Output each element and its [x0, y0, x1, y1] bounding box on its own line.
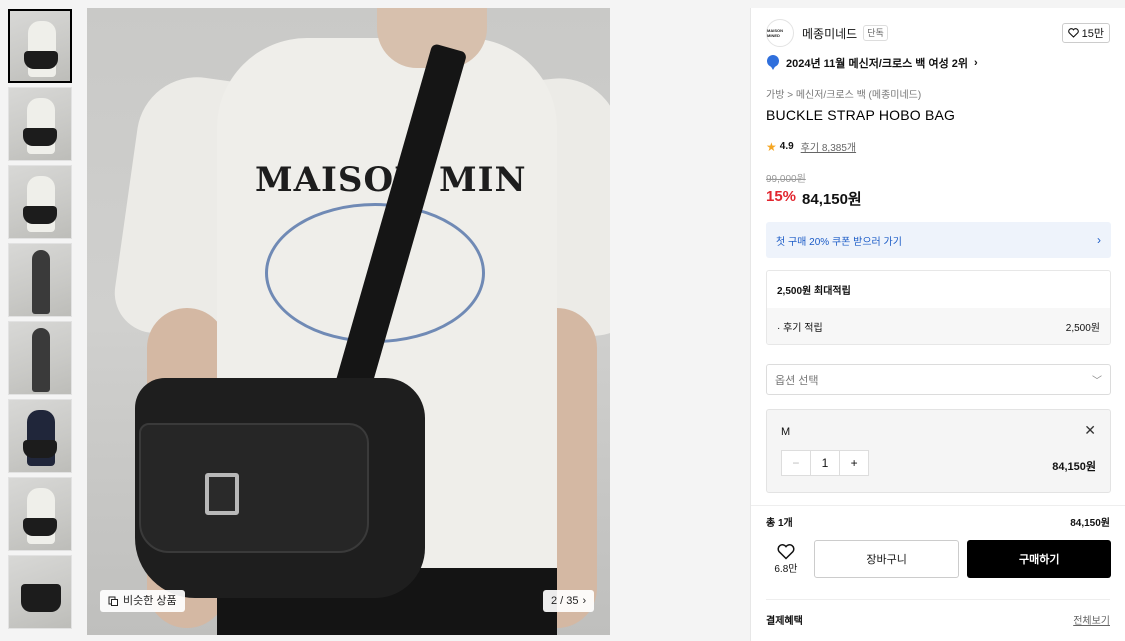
chevron-right-icon: ›: [1097, 233, 1101, 247]
payment-benefits-label: 결제혜택: [766, 616, 803, 627]
discount-rate: 15%: [766, 188, 797, 205]
product-page: MAISON MIN 비슷한 상품 2 / 35 › MAISON MINED …: [0, 0, 1125, 641]
thumbnail[interactable]: [8, 477, 72, 551]
medal-icon: [766, 55, 780, 71]
exclusive-badge: 단독: [863, 25, 888, 41]
points-title: 2,500원 최대적립: [777, 286, 851, 297]
total-price: 84,150원: [1070, 518, 1110, 529]
add-to-cart-button[interactable]: 장바구니: [813, 540, 960, 578]
image-pager[interactable]: 2 / 35 ›: [543, 590, 595, 612]
wishlist-button[interactable]: 6.8만: [766, 543, 806, 575]
thumbnail[interactable]: [8, 243, 72, 317]
thumbnail[interactable]: [8, 399, 72, 473]
similar-products-button[interactable]: 비슷한 상품: [100, 590, 185, 612]
points-box: 2,500원 최대적립 · 후기 적립 2,500원: [766, 270, 1111, 345]
divider: [766, 599, 1110, 600]
chevron-down-icon: ﹀: [1092, 376, 1102, 387]
like-button[interactable]: 15만: [1061, 23, 1110, 43]
breadcrumb-item[interactable]: 메신저/크로스 백 (메종미네드): [796, 90, 921, 101]
heart-icon: [1067, 28, 1079, 38]
copy-icon: [108, 596, 118, 606]
increase-button[interactable]: +: [839, 451, 868, 475]
buy-now-button[interactable]: 구매하기: [967, 540, 1111, 578]
star-icon: ★: [766, 139, 777, 154]
total-row: 총 1개 84,150원: [766, 514, 1110, 529]
rating-row: ★ 4.9 후기 8,385개: [766, 139, 856, 155]
brand-logo[interactable]: MAISON MINED: [766, 19, 794, 47]
sale-price: 84,150원: [802, 191, 862, 208]
thumbnail[interactable]: [8, 87, 72, 161]
coupon-banner[interactable]: 첫 구매 20% 쿠폰 받으러 가기 ›: [766, 222, 1111, 258]
selected-size: M: [781, 426, 791, 438]
product-title: BUCKLE STRAP HOBO BAG: [766, 107, 956, 123]
thumbnail[interactable]: [8, 165, 72, 239]
breadcrumb-item[interactable]: 가방: [766, 90, 784, 101]
thumbnail[interactable]: [8, 9, 72, 83]
wish-count: 6.8만: [774, 563, 798, 575]
chevron-right-icon: ›: [582, 595, 587, 607]
brand-row: MAISON MINED 메종미네드 단독 15만: [766, 18, 1110, 48]
option-select[interactable]: 옵션 선택 ﹀: [766, 364, 1111, 395]
thumbnail[interactable]: [8, 321, 72, 395]
brand-name[interactable]: 메종미네드: [802, 25, 857, 42]
quantity-value[interactable]: 1: [811, 451, 840, 475]
thumbnail-list: [8, 9, 74, 633]
decrease-button[interactable]: −: [782, 451, 811, 475]
payment-benefits-row: 결제혜택 전체보기: [766, 612, 1110, 627]
reviews-link[interactable]: 후기 8,385개: [801, 139, 856, 154]
selected-option: M ✕ − 1 + 84,150원: [766, 409, 1111, 493]
rating-score: 4.9: [779, 141, 794, 152]
total-count: 총 1개: [766, 518, 793, 529]
divider: [751, 505, 1125, 506]
original-price: 99,000원: [766, 174, 806, 185]
action-row: 6.8만 장바구니 구매하기: [766, 540, 1111, 578]
product-info-panel: MAISON MINED 메종미네드 단독 15만 2024년 11월 메신저/…: [750, 8, 1125, 641]
ranking-link[interactable]: 2024년 11월 메신저/크로스 백 여성 2위 ›: [766, 55, 978, 71]
quantity-stepper: − 1 +: [781, 450, 869, 476]
thumbnail[interactable]: [8, 555, 72, 629]
selected-price: 84,150원: [1052, 461, 1096, 473]
chevron-right-icon: ›: [974, 57, 978, 69]
points-row: · 후기 적립 2,500원: [767, 308, 1110, 344]
close-icon[interactable]: ✕: [1084, 422, 1096, 439]
main-product-image[interactable]: MAISON MIN: [87, 8, 610, 635]
bag-buckle: [205, 473, 239, 515]
view-all-link[interactable]: 전체보기: [1073, 612, 1110, 627]
breadcrumb: 가방 > 메신저/크로스 백 (메종미네드): [766, 90, 922, 101]
price-row: 15% 84,150원: [766, 188, 862, 209]
heart-icon: [777, 543, 795, 560]
